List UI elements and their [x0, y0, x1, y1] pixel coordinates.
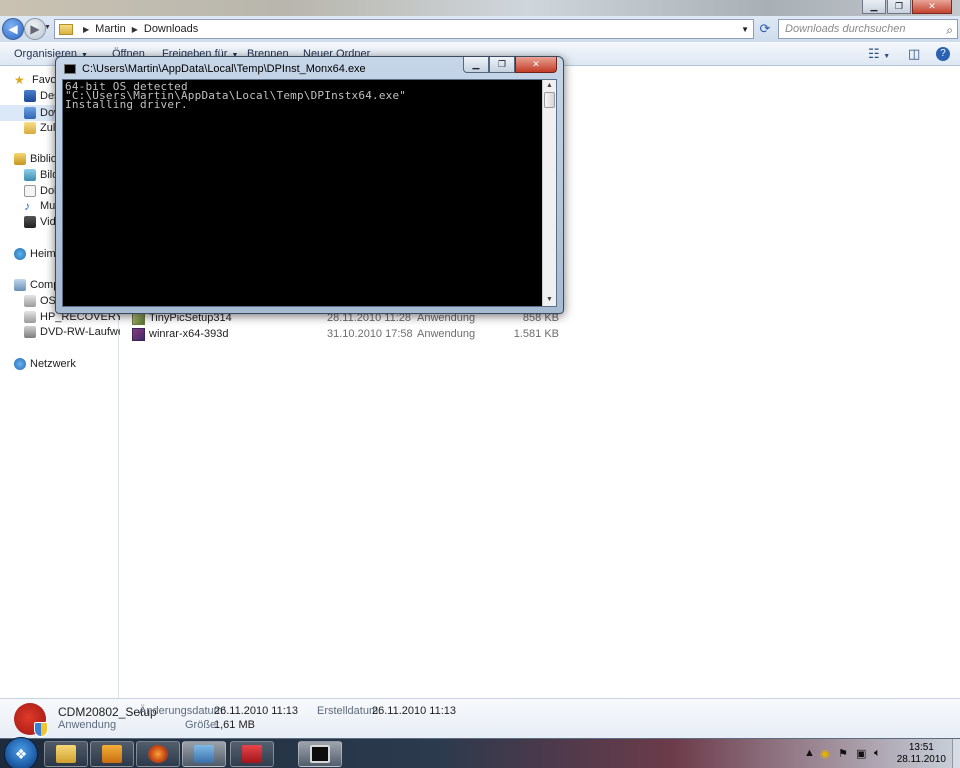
console-window-controls: ▁ ❐ ✕: [463, 57, 557, 73]
search-placeholder: Downloads durchsuchen: [785, 23, 906, 35]
console-output[interactable]: 64-bit OS detected "C:\Users\Martin\AppD…: [62, 79, 557, 307]
volume-icon[interactable]: 🔈︎: [874, 747, 881, 760]
help-icon[interactable]: ?: [936, 47, 950, 61]
uac-shield-icon: [34, 722, 48, 737]
tray-expand-icon[interactable]: ▲: [804, 747, 815, 759]
tray-app-icon[interactable]: ◉: [820, 747, 830, 760]
details-pane: CDM20802_Setup Anwendung Änderungsdatum:…: [0, 698, 960, 738]
hard-drive-icon: [24, 295, 36, 307]
explorer-window-controls: ▁ ❐ ✕: [861, 0, 952, 14]
details-created-value: 26.11.2010 11:13: [372, 705, 457, 717]
folder-icon: [59, 23, 73, 35]
address-dropdown-icon[interactable]: ▼: [741, 25, 749, 34]
downloads-icon: [24, 107, 36, 119]
action-center-flag-icon[interactable]: ⚑: [838, 747, 848, 760]
recent-places-icon: [24, 122, 36, 134]
console-window[interactable]: C:\Users\Martin\AppData\Local\Temp\DPIns…: [55, 56, 564, 314]
command-prompt-icon: [310, 745, 330, 763]
search-icon[interactable]: ⌕: [946, 21, 953, 39]
history-dropdown-icon[interactable]: ▼: [44, 24, 51, 31]
navigation-row: ◀ ▶ ▼ ▶ Martin ▶ Downloads ▼ ⟳ Downloads…: [0, 16, 960, 42]
details-modified-label: Änderungsdatum:: [139, 705, 226, 717]
details-modified-value: 26.11.2010 11:13: [214, 705, 299, 717]
nav-homegroup[interactable]: Heimr: [14, 248, 59, 260]
console-title: C:\Users\Martin\AppData\Local\Temp\DPIns…: [82, 63, 366, 75]
file-size: 1.581 KB: [513, 328, 559, 340]
maximize-button[interactable]: ❐: [887, 0, 911, 14]
details-file-type: Anwendung: [58, 719, 117, 731]
nav-network-label: Netzwerk: [30, 358, 76, 370]
network-tray-icon[interactable]: ▣: [856, 747, 866, 760]
view-options-icon[interactable]: ☷ ▼: [868, 46, 890, 62]
breadcrumb-separator-icon[interactable]: ▶: [132, 25, 138, 34]
breadcrumb-martin[interactable]: Martin: [95, 23, 126, 35]
console-close-button[interactable]: ✕: [515, 57, 557, 73]
refresh-icon[interactable]: ⟳: [756, 20, 774, 38]
console-icon: [64, 64, 76, 74]
explorer-icon: [56, 745, 76, 763]
scroll-thumb[interactable]: [544, 92, 555, 108]
nav-libraries-label: Biblio: [30, 153, 57, 165]
taskbar-firefox[interactable]: [136, 741, 180, 767]
firefox-icon: [148, 745, 168, 763]
system-clock[interactable]: 13:51 28.11.2010: [897, 742, 946, 766]
clock-date: 28.11.2010: [896, 754, 946, 765]
videos-icon: [24, 216, 36, 228]
dvd-drive-icon: [24, 326, 36, 338]
console-maximize-button[interactable]: ❐: [489, 57, 515, 73]
nav-computer[interactable]: Comp: [14, 279, 59, 291]
control-panel-icon: [194, 745, 214, 763]
taskbar-explorer[interactable]: [44, 741, 88, 767]
scroll-down-icon[interactable]: ▼: [543, 294, 556, 306]
taskbar: ❖ ▲ ◉ ⚑ ▣ 🔈︎ 13:51 28.11.2010: [0, 737, 960, 768]
toolbox-icon: [242, 745, 262, 763]
show-desktop-button[interactable]: [952, 739, 960, 768]
installer-icon: [14, 703, 48, 737]
clock-time: 13:51: [908, 742, 934, 753]
taskbar-control-panel[interactable]: [182, 741, 226, 767]
close-button[interactable]: ✕: [912, 0, 952, 14]
music-icon: ♪: [24, 199, 30, 213]
nav-libraries[interactable]: Biblio: [14, 153, 57, 165]
console-title-bar[interactable]: C:\Users\Martin\AppData\Local\Temp\DPIns…: [64, 63, 366, 75]
homegroup-icon: [14, 248, 26, 260]
minimize-button[interactable]: ▁: [862, 0, 886, 14]
file-date: 31.10.2010 17:58: [327, 328, 413, 340]
desktop-icon: [24, 90, 36, 102]
details-size-value: 1,61 MB: [214, 719, 255, 731]
pictures-icon: [24, 169, 36, 181]
breadcrumb-downloads[interactable]: Downloads: [144, 23, 198, 35]
back-button[interactable]: ◀: [2, 18, 24, 40]
hard-drive-icon: [24, 311, 36, 323]
media-player-icon: [102, 745, 122, 763]
search-input[interactable]: Downloads durchsuchen ⌕: [778, 19, 958, 39]
network-icon: [14, 358, 26, 370]
libraries-icon: [14, 153, 26, 165]
winrar-icon: [132, 327, 145, 341]
documents-icon: [24, 185, 36, 197]
scroll-up-icon[interactable]: ▲: [543, 80, 556, 92]
address-bar[interactable]: ▶ Martin ▶ Downloads ▼: [54, 19, 754, 39]
console-scrollbar[interactable]: ▲ ▼: [542, 80, 556, 306]
preview-pane-icon[interactable]: ◫: [908, 46, 920, 62]
forward-button[interactable]: ▶: [24, 18, 46, 40]
breadcrumb-separator-icon[interactable]: ▶: [83, 25, 89, 34]
console-minimize-button[interactable]: ▁: [463, 57, 489, 73]
start-button[interactable]: ❖: [4, 737, 38, 768]
computer-icon: [14, 279, 26, 291]
taskbar-toolbox[interactable]: [230, 741, 274, 767]
file-name: winrar-x64-393d: [149, 328, 229, 340]
taskbar-media-player[interactable]: [90, 741, 134, 767]
taskbar-console[interactable]: [298, 741, 342, 767]
console-line: Installing driver.: [65, 98, 188, 111]
file-type: Anwendung: [417, 328, 476, 340]
file-row-winrar[interactable]: winrar-x64-393d 31.10.2010 17:58 Anwendu…: [132, 326, 582, 342]
star-icon: ★: [14, 73, 25, 87]
nav-network[interactable]: Netzwerk: [14, 358, 76, 370]
explorer-title-bar: ▁ ❐ ✕: [0, 0, 960, 16]
